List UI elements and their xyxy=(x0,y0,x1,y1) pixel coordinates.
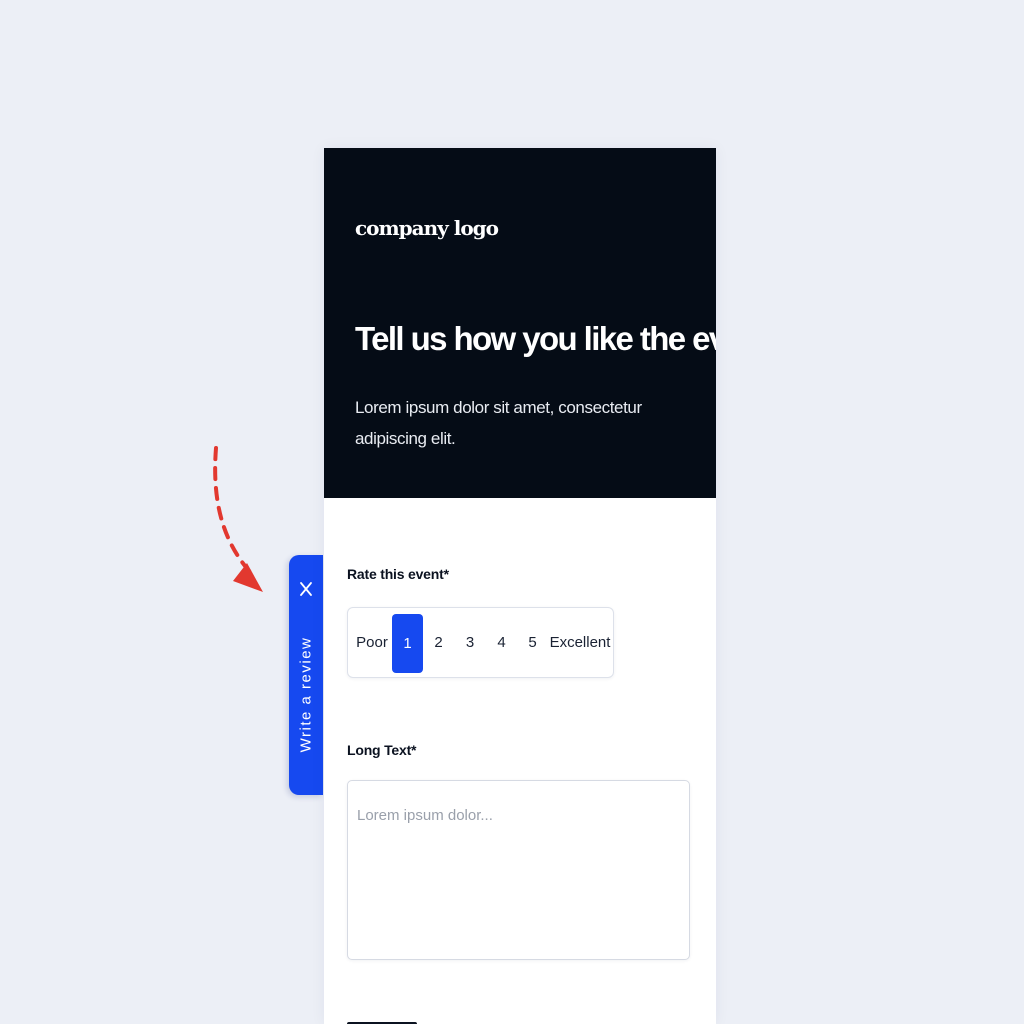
rating-option-2[interactable]: 2 xyxy=(423,608,454,677)
form-subtitle: Lorem ipsum dolor sit amet, consectetur … xyxy=(355,398,642,448)
rating-low-label: Poor xyxy=(356,634,388,651)
write-review-label-wrap: Write a review xyxy=(289,619,323,769)
form-title: Tell us how you like the event xyxy=(355,320,716,357)
long-text-input[interactable] xyxy=(347,780,690,960)
write-review-label: Write a review xyxy=(297,636,315,752)
rating-option-1[interactable]: 1 xyxy=(392,614,423,673)
next-field-label-partial xyxy=(347,1018,467,1024)
page: Write a review company logo Tell us how … xyxy=(0,0,1024,1024)
rating-high-label: Excellent xyxy=(549,634,611,651)
rating-option-4[interactable]: 4 xyxy=(486,608,517,677)
curved-dashed-arrow-icon xyxy=(213,446,263,592)
close-button[interactable] xyxy=(289,577,323,601)
review-form-card: company logo Tell us how you like the ev… xyxy=(324,148,716,1024)
long-text-label: Long Text* xyxy=(347,742,417,758)
rating-option-3[interactable]: 3 xyxy=(454,608,486,677)
write-review-tab[interactable]: Write a review xyxy=(289,555,323,795)
rating-scale: Poor 1 2 3 4 5 Excellent xyxy=(347,607,614,678)
close-icon xyxy=(300,582,312,596)
form-header: company logo Tell us how you like the ev… xyxy=(324,148,716,498)
rate-event-label: Rate this event* xyxy=(347,566,449,582)
company-logo: company logo xyxy=(355,216,499,240)
rating-option-5[interactable]: 5 xyxy=(517,608,548,677)
